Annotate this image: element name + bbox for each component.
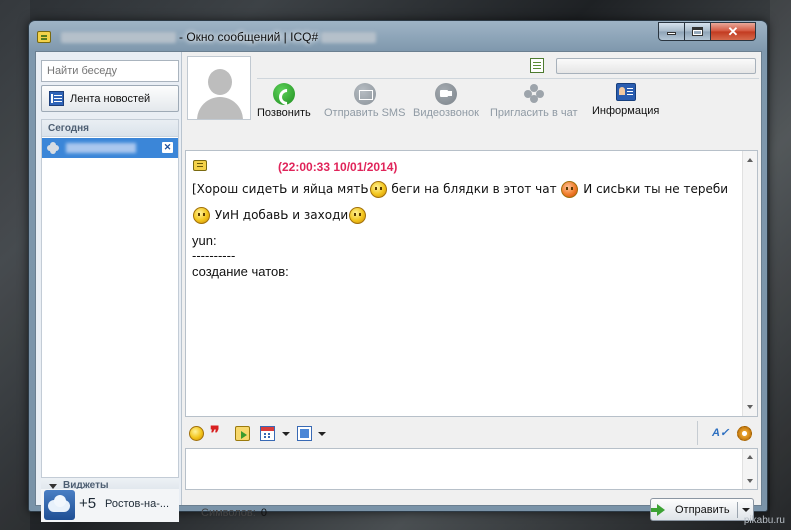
message-timestamp: (22:00:33 10/01/2014) [278, 160, 398, 174]
chat-scrollbar[interactable] [742, 151, 757, 416]
scroll-up-icon[interactable] [747, 455, 753, 459]
invite-label: Пригласить в чат [490, 107, 578, 119]
window-title: - Окно сообщений | ICQ# [61, 30, 379, 44]
send-label: Отправить [675, 504, 730, 516]
weather-temperature: +5 [79, 495, 97, 512]
history-dropdown-icon[interactable] [318, 432, 326, 436]
angry-smiley-icon [561, 181, 579, 198]
info-icon [615, 83, 636, 101]
character-counter-value: 0 [260, 507, 267, 519]
send-sms-label: Отправить SMS [324, 107, 406, 119]
call-label: Позвонить [257, 107, 311, 119]
message-line: УиН добавЬ и заходи [192, 207, 367, 224]
smiley-icon [369, 181, 387, 198]
blurred-contact-name [61, 32, 176, 44]
send-button[interactable]: Отправить [650, 498, 754, 521]
info-button[interactable]: Информация [592, 83, 659, 117]
message-input[interactable] [186, 449, 743, 489]
smiley-icon [193, 207, 210, 224]
send-sms-button[interactable]: Отправить SMS [324, 83, 405, 119]
character-counter-label: Символов: [201, 507, 256, 519]
video-call-label: Видеозвонок [413, 107, 479, 119]
send-options-dropdown-icon[interactable] [742, 508, 750, 512]
weather-city: Ростов-на-... [105, 498, 170, 510]
icq-flower-status-icon [47, 142, 59, 154]
toolbar-separator [697, 421, 705, 445]
wink-smiley-icon [349, 207, 367, 224]
scroll-down-icon[interactable] [747, 405, 753, 409]
invite-icon [523, 83, 545, 105]
scroll-down-icon[interactable] [747, 479, 753, 483]
close-conversation-icon[interactable]: ✕ [162, 142, 173, 153]
calendar-icon[interactable] [260, 426, 275, 441]
phone-icon [272, 83, 295, 105]
blurred-uin [321, 32, 377, 44]
contact-list-item[interactable]: ✕ [42, 138, 178, 158]
message-text: УиН добавЬ и заходи [214, 208, 349, 222]
message-text: [Хорош сидетЬ и яйца мятЬ [192, 182, 369, 196]
close-icon: ✕ [727, 24, 739, 39]
quote-icon[interactable]: ❞ [210, 425, 225, 443]
search-conversation-input[interactable] [41, 60, 179, 82]
news-feed-button[interactable]: Лента новостей [41, 85, 179, 112]
contact-avatar[interactable] [187, 56, 251, 120]
smiley-picker-icon[interactable] [189, 426, 204, 441]
message-line: создание чатов: [192, 264, 289, 279]
video-call-button[interactable]: Видеозвонок [413, 83, 479, 119]
compose-toolbar: ❞ A✓ [185, 421, 758, 445]
title-bar[interactable]: - Окно сообщений | ICQ# ✕ [29, 21, 767, 51]
message-icon [193, 160, 207, 171]
maximize-icon [692, 27, 703, 36]
minimize-icon [667, 32, 676, 35]
compose-scrollbar[interactable] [742, 449, 757, 489]
settings-gear-icon[interactable] [737, 426, 752, 441]
news-feed-label: Лента новостей [70, 93, 151, 105]
calendar-dropdown-icon[interactable] [282, 432, 290, 436]
status-note-icon[interactable] [530, 58, 544, 73]
watermark: pikabu.ru [743, 515, 785, 526]
window-title-text: - Окно сообщений | ICQ# [179, 30, 319, 44]
info-label: Информация [592, 105, 660, 117]
avatar-body [197, 97, 243, 119]
message-line: yun: [192, 233, 217, 248]
history-icon[interactable] [297, 426, 312, 441]
blurred-contact-name [66, 143, 136, 153]
character-counter: Символов: 0 [201, 507, 267, 519]
message-compose-box [185, 448, 758, 490]
avatar-head [208, 69, 232, 95]
message-text: И сисЬки ты не тереби [583, 182, 729, 196]
today-header: Сегодня [42, 120, 178, 137]
spellcheck-icon[interactable]: A✓ [712, 426, 729, 441]
sidebar: Лента новостей Сегодня ✕ Виджеты [36, 52, 182, 505]
video-icon [434, 83, 457, 105]
newspaper-icon [49, 91, 64, 106]
window-client-area: Лента новостей Сегодня ✕ Виджеты [35, 51, 762, 522]
icq-app-icon [37, 31, 51, 43]
cloud-weather-icon [44, 490, 75, 520]
send-file-icon[interactable] [235, 426, 250, 441]
weather-widget[interactable]: +5 Ростов-на-... [41, 489, 179, 522]
send-split-divider [737, 502, 738, 518]
message-line: [Хорош сидетЬ и яйца мятЬ беги на блядки… [192, 181, 728, 198]
header-divider [257, 78, 759, 79]
minimize-button[interactable] [658, 22, 685, 41]
today-conversations-panel: Сегодня ✕ [41, 119, 179, 483]
invite-to-chat-button[interactable]: Пригласить в чат [490, 83, 578, 119]
close-button[interactable]: ✕ [710, 22, 756, 41]
call-button[interactable]: Позвонить [257, 83, 311, 119]
message-text: беги на блядки в этот чат [391, 182, 557, 196]
sms-icon [353, 83, 376, 105]
chat-history[interactable]: (22:00:33 10/01/2014) [Хорош сидетЬ и яй… [185, 150, 758, 417]
status-message-box[interactable] [556, 58, 756, 74]
message-window: - Окно сообщений | ICQ# ✕ Лента новостей… [28, 20, 768, 522]
message-line: ---------- [192, 248, 236, 263]
send-arrow-icon [651, 504, 665, 516]
maximize-button[interactable] [684, 22, 711, 41]
scroll-up-icon[interactable] [747, 158, 753, 162]
conversation-area: Позвонить Отправить SMS Видеозвонок Приг… [183, 52, 761, 505]
